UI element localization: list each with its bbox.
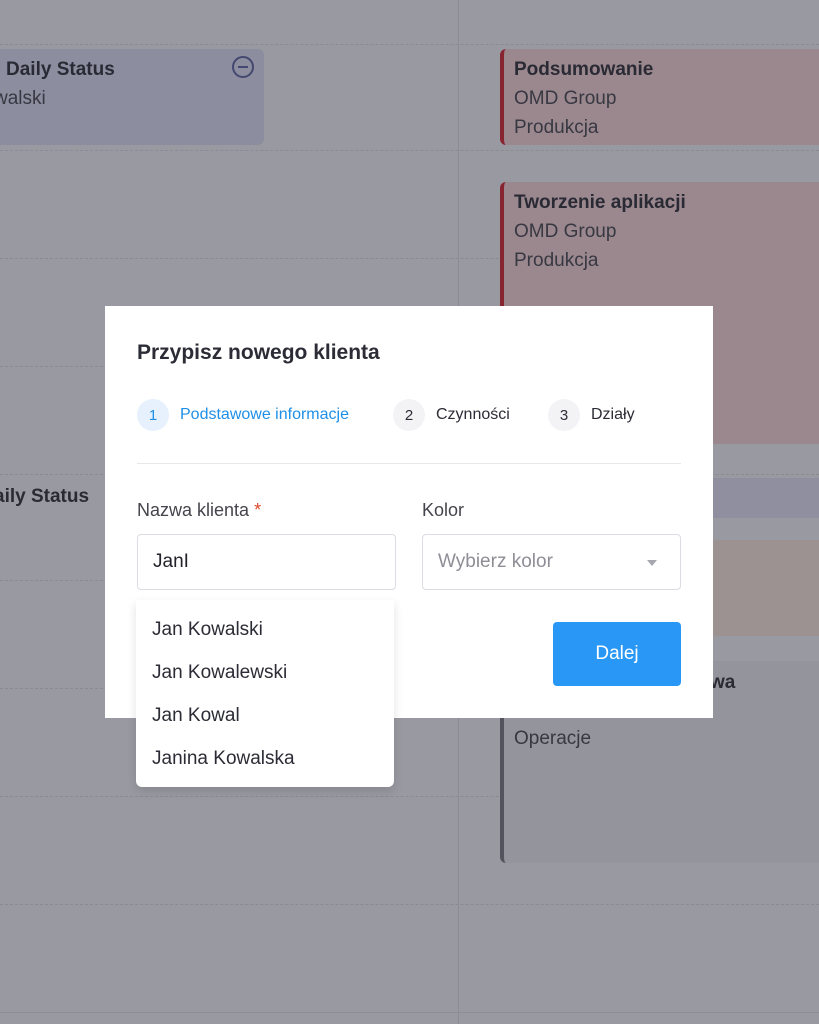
client-name-input[interactable] <box>137 534 396 590</box>
step-number: 1 <box>137 399 169 431</box>
client-name-label: Nazwa klienta * <box>137 500 261 521</box>
suggestion-item[interactable]: Jan Kowalewski <box>136 651 394 694</box>
color-select-placeholder: Wybierz kolor <box>438 551 553 572</box>
next-button[interactable]: Dalej <box>553 622 681 686</box>
suggestion-item[interactable]: Jan Kowalski <box>136 608 394 651</box>
step-departments[interactable]: 3 Działy <box>548 399 635 431</box>
client-name-label-text: Nazwa klienta <box>137 500 250 520</box>
step-basic-info[interactable]: 1 Podstawowe informacje <box>137 399 349 431</box>
step-label: Działy <box>591 406 635 423</box>
suggestion-item[interactable]: Jan Kowal <box>136 694 394 737</box>
client-suggestions-dropdown: Jan Kowalski Jan Kowalewski Jan Kowal Ja… <box>136 600 394 787</box>
chevron-down-icon <box>647 560 657 566</box>
step-label: Czynności <box>436 406 510 423</box>
step-number: 2 <box>393 399 425 431</box>
suggestion-item[interactable]: Janina Kowalska <box>136 737 394 780</box>
step-activities[interactable]: 2 Czynności <box>393 399 510 431</box>
color-label: Kolor <box>422 500 465 520</box>
required-asterisk: * <box>254 500 262 520</box>
divider <box>137 463 681 464</box>
step-label: Podstawowe informacje <box>180 406 349 423</box>
modal-title: Przypisz nowego klienta <box>137 341 380 364</box>
color-select[interactable]: Wybierz kolor <box>422 534 681 590</box>
step-number: 3 <box>548 399 580 431</box>
